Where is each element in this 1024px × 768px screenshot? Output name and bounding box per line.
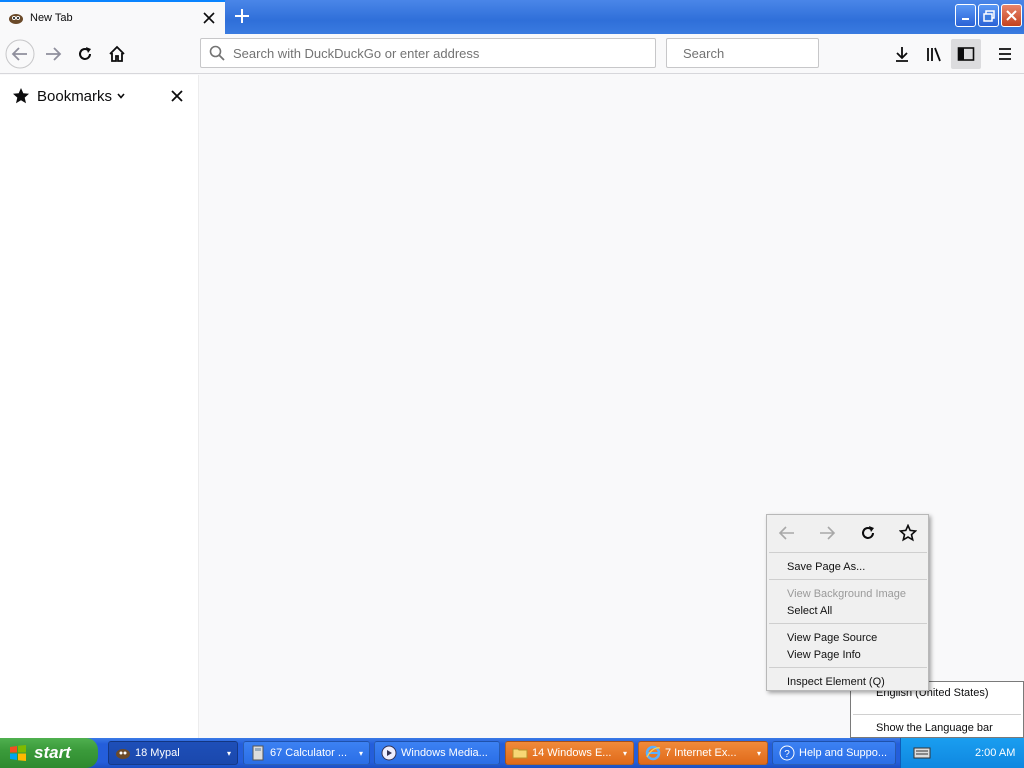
svg-text:?: ? — [784, 749, 790, 760]
windows-flag-icon — [10, 745, 26, 761]
new-tab-button[interactable] — [228, 2, 256, 30]
taskbar-item-internet-explorer[interactable]: 7 Internet Ex... ▾ — [638, 741, 768, 765]
taskbar: start 18 Mypal ▾ 67 Calculator ... ▾ Win… — [0, 738, 1024, 768]
search-icon — [209, 45, 225, 61]
menu-separator — [853, 714, 1021, 715]
close-window-button[interactable] — [1001, 4, 1022, 27]
keyboard-icon[interactable] — [913, 746, 931, 760]
context-back-button[interactable] — [775, 521, 799, 545]
help-icon: ? — [779, 745, 795, 761]
menu-item-view-page-info[interactable]: View Page Info — [787, 647, 861, 663]
search-bar[interactable] — [666, 38, 859, 68]
reload-button[interactable] — [70, 39, 100, 69]
minimize-button[interactable] — [955, 4, 976, 27]
folder-icon — [512, 748, 528, 759]
chevron-down-icon: ▾ — [358, 748, 363, 758]
taskbar-item-help-and-support[interactable]: ? Help and Suppo... — [772, 741, 896, 765]
close-icon — [1006, 10, 1017, 21]
bookmarks-sidebar: Bookmarks — [0, 75, 199, 738]
context-bookmark-button[interactable] — [896, 521, 920, 545]
context-menu: Save Page As... View Background Image Se… — [766, 514, 929, 691]
taskbar-item-label: 14 Windows E... — [532, 747, 612, 759]
tab-title: New Tab — [30, 12, 73, 24]
plus-icon — [235, 9, 249, 23]
clock[interactable]: 2:00 AM — [975, 747, 1015, 759]
calculator-icon — [252, 745, 264, 761]
library-icon — [927, 47, 941, 62]
search-input[interactable] — [683, 45, 859, 61]
mypal-icon — [8, 10, 24, 26]
close-sidebar-button[interactable] — [168, 87, 186, 105]
address-input[interactable] — [233, 45, 655, 61]
taskbar-item-label: Help and Suppo... — [799, 747, 888, 759]
sidebar-title: Bookmarks — [37, 87, 113, 105]
taskbar-item-mypal[interactable]: 18 Mypal ▾ — [108, 741, 238, 765]
menu-separator — [769, 579, 927, 580]
context-reload-button[interactable] — [856, 521, 880, 545]
sidebar-icon — [957, 47, 975, 61]
context-forward-button[interactable] — [815, 521, 839, 545]
address-bar[interactable] — [200, 38, 656, 68]
taskbar-item-windows-explorer[interactable]: 14 Windows E... ▾ — [505, 741, 634, 765]
menu-separator — [769, 667, 927, 668]
start-button[interactable]: start — [0, 738, 98, 768]
download-icon — [896, 47, 908, 62]
show-language-bar-item[interactable]: Show the Language bar — [876, 722, 993, 734]
forward-arrow-icon — [820, 526, 836, 540]
menu-item-view-background-image[interactable]: View Background Image — [787, 586, 906, 602]
sidebar-toggle-button[interactable] — [951, 39, 981, 69]
forward-button[interactable] — [38, 39, 68, 69]
chevron-down-icon: ▾ — [622, 748, 627, 758]
close-icon — [171, 90, 183, 102]
back-button[interactable] — [5, 39, 35, 69]
restore-icon — [982, 9, 995, 22]
close-icon[interactable] — [201, 10, 217, 26]
restore-button[interactable] — [978, 4, 999, 27]
taskbar-item-label: 18 Mypal — [135, 747, 180, 759]
chevron-down-icon: ▾ — [756, 748, 761, 758]
minimize-icon — [961, 17, 969, 20]
menu-separator — [769, 552, 927, 553]
star-icon — [13, 88, 29, 104]
star-outline-icon — [899, 524, 917, 542]
library-button[interactable] — [919, 39, 949, 69]
context-nav-row — [767, 515, 928, 551]
hamburger-menu-icon — [999, 48, 1011, 60]
chevron-down-icon[interactable] — [116, 91, 126, 101]
tab-new-tab[interactable]: New Tab — [0, 0, 225, 34]
taskbar-item-calculator[interactable]: 67 Calculator ... ▾ — [243, 741, 370, 765]
menu-item-select-all[interactable]: Select All — [787, 603, 832, 619]
media-player-icon — [381, 745, 397, 761]
menu-button[interactable] — [990, 39, 1020, 69]
mypal-icon — [116, 749, 130, 759]
ie-icon — [645, 745, 661, 761]
system-tray: 2:00 AM — [900, 738, 1024, 768]
taskbar-item-label: Windows Media... — [401, 747, 488, 759]
taskbar-item-label: 67 Calculator ... — [270, 747, 348, 759]
home-button[interactable] — [102, 39, 132, 69]
menu-separator — [769, 623, 927, 624]
home-icon — [109, 45, 125, 62]
start-label: start — [34, 743, 71, 762]
tab-strip: New Tab — [0, 0, 1024, 34]
back-arrow-icon — [778, 526, 794, 540]
navigation-toolbar — [0, 34, 1024, 74]
taskbar-item-label: 7 Internet Ex... — [665, 747, 737, 759]
taskbar-item-windows-media[interactable]: Windows Media... — [374, 741, 500, 765]
menu-item-save-page-as[interactable]: Save Page As... — [787, 559, 865, 575]
menu-item-view-page-source[interactable]: View Page Source — [787, 630, 877, 646]
chevron-down-icon: ▾ — [226, 748, 231, 758]
forward-arrow-icon — [46, 47, 62, 61]
downloads-button[interactable] — [887, 39, 917, 69]
reload-icon — [79, 47, 91, 60]
menu-item-inspect-element[interactable]: Inspect Element (Q) — [787, 674, 885, 690]
back-arrow-icon — [5, 39, 35, 69]
reload-icon — [862, 526, 874, 539]
